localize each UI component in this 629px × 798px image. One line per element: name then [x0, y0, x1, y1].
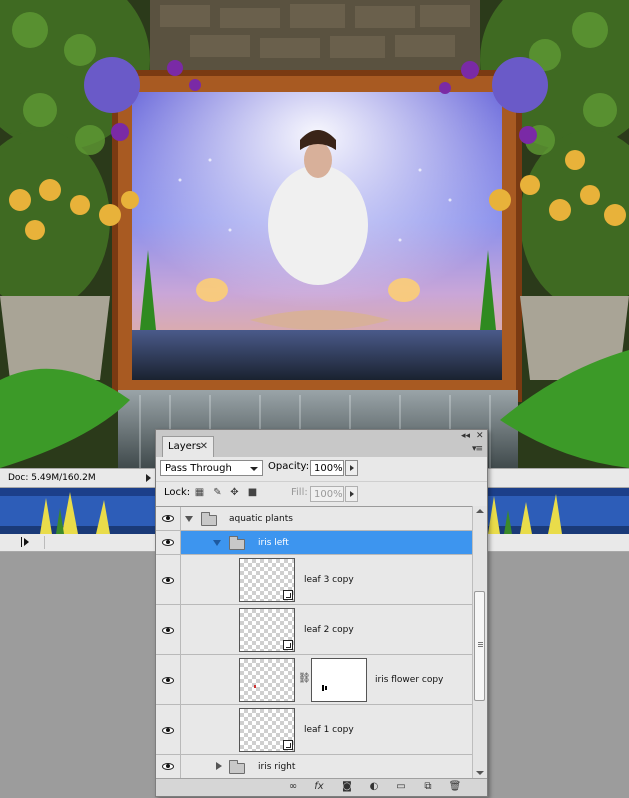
layer-row-leaf-3-copy[interactable]: leaf 3 copy — [156, 555, 472, 605]
layer-name[interactable]: aquatic plants — [229, 514, 293, 524]
visibility-toggle[interactable] — [156, 705, 181, 754]
eye-icon[interactable] — [162, 627, 174, 634]
close-tab-icon[interactable]: ✕ — [200, 437, 208, 457]
canvas-artwork[interactable] — [0, 0, 629, 468]
new-group-icon[interactable]: ▭ — [394, 781, 408, 793]
collapse-icon[interactable]: ◂◂ — [461, 431, 470, 441]
opacity-label: Opacity: — [268, 461, 310, 472]
new-layer-icon[interactable]: ⧉ — [421, 781, 435, 793]
layer-row-iris-flower-copy[interactable]: ⛓ iris flower copy — [156, 655, 472, 705]
lock-all-icon[interactable]: ■ — [247, 487, 258, 498]
scroll-thumb[interactable] — [474, 591, 485, 701]
blend-mode-value: Pass Through — [165, 463, 232, 474]
fx-icon[interactable]: fx — [312, 781, 326, 793]
folder-icon — [201, 512, 217, 526]
fill-input[interactable]: 100% — [310, 486, 344, 502]
smart-object-icon — [283, 740, 293, 750]
layer-row-leaf-2-copy[interactable]: leaf 2 copy — [156, 605, 472, 655]
smart-object-icon — [283, 640, 293, 650]
visibility-toggle[interactable] — [156, 755, 181, 778]
opacity-slider-button[interactable] — [345, 460, 358, 476]
panel-menu-icon[interactable]: ▾≡ — [472, 444, 483, 454]
visibility-toggle[interactable] — [156, 605, 181, 654]
visibility-toggle[interactable] — [156, 507, 181, 530]
layer-row-aquatic-plants[interactable]: aquatic plants — [156, 507, 472, 531]
scroll-down-icon[interactable] — [476, 771, 484, 775]
opacity-input[interactable]: 100% — [310, 460, 344, 476]
layer-name[interactable]: leaf 1 copy — [304, 725, 354, 735]
artwork-image — [0, 0, 629, 468]
play-icon[interactable] — [24, 538, 29, 546]
layer-mask-thumbnail[interactable] — [311, 658, 367, 702]
grip-icon — [478, 642, 483, 643]
scroll-up-icon[interactable] — [476, 509, 484, 513]
smart-object-icon — [283, 590, 293, 600]
close-panel-icon[interactable]: ✕ — [476, 431, 484, 441]
visibility-toggle[interactable] — [156, 531, 181, 554]
fill-slider-button[interactable] — [345, 486, 358, 502]
layer-name[interactable]: leaf 2 copy — [304, 625, 354, 635]
eye-icon[interactable] — [162, 763, 174, 770]
expand-triangle-icon[interactable] — [185, 516, 193, 522]
layers-scrollbar[interactable] — [472, 506, 487, 778]
folder-icon — [229, 536, 245, 550]
eye-icon[interactable] — [162, 727, 174, 734]
chain-link-icon[interactable]: ⛓ — [298, 673, 311, 684]
flower-pixel — [254, 685, 256, 688]
lock-pixels-icon[interactable]: ✎ — [212, 487, 223, 498]
layer-name[interactable]: iris left — [258, 538, 289, 548]
eye-icon[interactable] — [162, 539, 174, 546]
tab-layers-label: Layers — [168, 441, 202, 452]
selection-highlight — [181, 531, 472, 554]
lock-transparency-icon[interactable]: ▦ — [194, 487, 205, 498]
mask-mark — [325, 686, 327, 690]
visibility-toggle[interactable] — [156, 555, 181, 604]
layer-thumbnail[interactable] — [239, 558, 295, 602]
lock-fill-row: Lock: ▦ ✎ ✥ ■ Fill: 100% — [156, 481, 487, 506]
chevron-down-icon — [250, 467, 258, 471]
expand-triangle-icon[interactable] — [213, 540, 221, 546]
eye-icon[interactable] — [162, 677, 174, 684]
doc-size-info[interactable]: Doc: 5.49M/160.2M — [8, 469, 96, 487]
layer-thumbnail[interactable] — [239, 658, 295, 702]
adjustment-icon[interactable]: ◐ — [367, 781, 381, 793]
mask-icon[interactable]: ◙ — [340, 781, 354, 793]
tab-layers[interactable]: Layers ✕ — [162, 436, 214, 457]
visibility-toggle[interactable] — [156, 655, 181, 704]
lock-label: Lock: — [164, 487, 191, 498]
lock-position-icon[interactable]: ✥ — [229, 487, 240, 498]
layers-panel[interactable]: Layers ✕ ◂◂ ✕ ▾≡ Pass Through Opacity: 1… — [155, 429, 488, 797]
trash-icon[interactable]: 🗑 — [448, 781, 462, 793]
panel-bottom-toolbar: ∞ fx ◙ ◐ ▭ ⧉ 🗑 — [156, 778, 487, 796]
layer-row-iris-right[interactable]: iris right — [156, 755, 472, 779]
status-menu-arrow-icon[interactable] — [146, 474, 151, 482]
fill-label: Fill: — [291, 487, 308, 498]
eye-icon[interactable] — [162, 515, 174, 522]
folder-icon — [229, 760, 245, 774]
layer-row-iris-left[interactable]: iris left — [156, 531, 472, 555]
layers-list[interactable]: aquatic plants iris left leaf 3 copy lea… — [156, 506, 472, 779]
collapse-triangle-icon[interactable] — [216, 762, 222, 770]
divider — [44, 536, 45, 549]
blend-opacity-row: Pass Through Opacity: 100% — [156, 457, 487, 481]
layer-thumbnail[interactable] — [239, 708, 295, 752]
link-icon[interactable]: ∞ — [286, 781, 300, 793]
blend-mode-select[interactable]: Pass Through — [160, 460, 263, 476]
layer-name[interactable]: iris right — [258, 762, 295, 772]
layer-name[interactable]: leaf 3 copy — [304, 575, 354, 585]
layer-row-leaf-1-copy[interactable]: leaf 1 copy — [156, 705, 472, 755]
eye-icon[interactable] — [162, 577, 174, 584]
panel-header[interactable]: Layers ✕ ◂◂ ✕ ▾≡ — [156, 430, 487, 457]
first-frame-bar-icon[interactable] — [21, 537, 22, 547]
layer-name[interactable]: iris flower copy — [375, 675, 443, 685]
layer-thumbnail[interactable] — [239, 608, 295, 652]
mask-mark — [322, 685, 324, 691]
